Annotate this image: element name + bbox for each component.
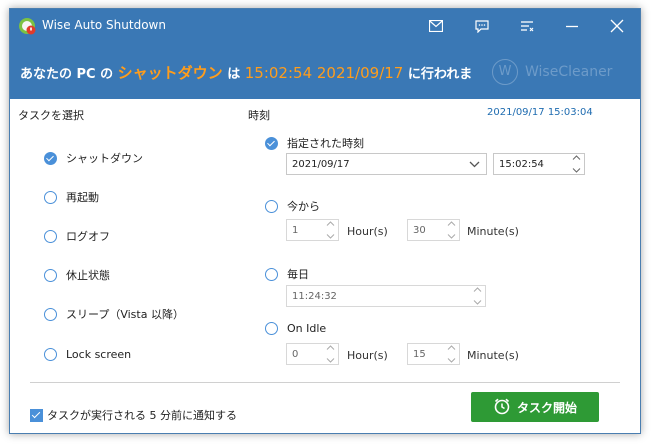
banner-time: 15:02:54 2021/09/17 [244, 64, 404, 82]
radio-icon[interactable] [44, 347, 57, 361]
radio-icon[interactable] [44, 190, 57, 204]
spin-up-icon[interactable] [326, 345, 335, 350]
date-value: 2021/09/17 [292, 158, 350, 170]
spin-up-icon[interactable] [326, 221, 335, 226]
spin-down-icon[interactable] [326, 234, 335, 239]
radio-icon[interactable] [265, 321, 278, 335]
time-option-label: On Idle [287, 321, 327, 335]
radio-icon[interactable] [265, 199, 278, 213]
radio-icon[interactable] [44, 307, 57, 321]
time-option-specified[interactable]: 指定された時刻 [265, 134, 364, 152]
start-task-label: タスク開始 [516, 400, 577, 415]
spin-buttons[interactable] [445, 221, 457, 239]
main-panel: タスクを選択 時刻 2021/09/17 15:03:04 シャットダウン 再起… [10, 99, 640, 433]
hours-value: 1 [292, 224, 299, 236]
spin-up-icon[interactable] [447, 345, 456, 350]
spin-up-icon[interactable] [473, 287, 482, 292]
schedule-banner: あなたの PC の シャットダウン は 15:02:54 2021/09/17 … [10, 43, 640, 99]
banner-wa: は [227, 67, 241, 82]
time-section-title: 時刻 [248, 109, 270, 122]
minutes-value: 30 [413, 224, 426, 236]
task-option-label: 再起動 [66, 191, 99, 204]
daily-time-value: 11:24:32 [292, 290, 337, 302]
time-option-on-idle[interactable]: On Idle [265, 319, 326, 337]
task-option-lock-screen[interactable]: Lock screen [44, 345, 131, 363]
footer-divider [30, 382, 620, 383]
task-option-sleep[interactable]: スリープ（Vista 以降） [44, 305, 184, 323]
chevron-down-icon[interactable] [469, 160, 480, 171]
start-task-button[interactable]: タスク開始 [471, 392, 599, 422]
mail-icon[interactable] [423, 14, 449, 38]
minute-unit-label: Minute(s) [467, 225, 519, 238]
radio-icon[interactable] [44, 268, 57, 282]
app-window: Wise Auto Shutdown あなたの PC の シャットダウン は 1… [9, 8, 641, 434]
minimize-icon[interactable] [559, 14, 585, 38]
idle-minutes-stepper[interactable]: 15 [407, 343, 460, 365]
banner-suffix: に行われま [407, 67, 473, 82]
task-option-label: シャットダウン [66, 152, 143, 165]
date-picker[interactable]: 2021/09/17 [286, 153, 487, 175]
app-logo-icon [18, 17, 36, 35]
spin-up-icon[interactable] [447, 221, 456, 226]
task-option-label: Lock screen [66, 347, 132, 361]
time-option-from-now[interactable]: 今から [265, 197, 320, 215]
checkbox-checked-icon[interactable] [30, 408, 43, 422]
radio-icon[interactable] [44, 229, 57, 243]
spin-buttons[interactable] [324, 221, 336, 239]
task-option-label: ログオフ [66, 230, 110, 243]
spin-down-icon[interactable] [473, 300, 482, 305]
time-option-daily[interactable]: 毎日 [265, 265, 309, 283]
hour-unit-label: Hour(s) [347, 225, 388, 238]
wisecleaner-logo-icon: W [492, 59, 518, 85]
spin-buttons[interactable] [324, 345, 336, 363]
task-section-title: タスクを選択 [18, 109, 84, 122]
minute-unit-label: Minute(s) [467, 349, 519, 362]
task-option-label: スリープ（Vista 以降） [66, 308, 184, 321]
radio-checked-icon[interactable] [44, 151, 57, 165]
hour-unit-label: Hour(s) [347, 349, 388, 362]
banner-action: シャットダウン [117, 64, 223, 82]
hours-value: 0 [292, 348, 299, 360]
spin-down-icon[interactable] [447, 358, 456, 363]
spin-down-icon[interactable] [326, 358, 335, 363]
task-option-shutdown[interactable]: シャットダウン [44, 149, 143, 167]
task-option-restart[interactable]: 再起動 [44, 188, 99, 206]
title-bar: Wise Auto Shutdown [10, 9, 640, 43]
spin-buttons[interactable] [471, 287, 483, 305]
radio-icon[interactable] [265, 267, 278, 281]
spin-up-icon[interactable] [572, 155, 581, 160]
time-option-label: 今から [287, 200, 320, 213]
from-now-minutes-stepper[interactable]: 30 [407, 219, 460, 241]
radio-checked-icon[interactable] [265, 136, 278, 150]
idle-hours-stepper[interactable]: 0 [286, 343, 339, 365]
current-time: 2021/09/17 15:03:04 [487, 107, 593, 118]
window-title: Wise Auto Shutdown [42, 18, 166, 32]
spin-down-icon[interactable] [572, 168, 581, 173]
time-option-label: 指定された時刻 [287, 137, 364, 150]
feedback-icon[interactable] [469, 14, 495, 38]
menu-icon[interactable] [514, 14, 540, 38]
task-option-label: 休止状態 [66, 269, 110, 282]
minutes-value: 15 [413, 348, 426, 360]
close-icon[interactable] [604, 14, 630, 38]
time-option-label: 毎日 [287, 268, 309, 281]
notify-checkbox[interactable]: タスクが実行される 5 分前に通知する [30, 407, 237, 423]
wisecleaner-brand[interactable]: WiseCleaner [525, 64, 612, 80]
spin-buttons[interactable] [570, 155, 582, 173]
from-now-hours-stepper[interactable]: 1 [286, 219, 339, 241]
notify-label: タスクが実行される 5 分前に通知する [47, 409, 237, 422]
time-value: 15:02:54 [499, 158, 544, 170]
banner-prefix: あなたの PC の [20, 67, 114, 82]
task-option-hibernate[interactable]: 休止状態 [44, 266, 110, 284]
spin-down-icon[interactable] [447, 234, 456, 239]
spin-buttons[interactable] [445, 345, 457, 363]
daily-time-stepper[interactable]: 11:24:32 [286, 285, 486, 307]
schedule-message: あなたの PC の シャットダウン は 15:02:54 2021/09/17 … [20, 62, 472, 83]
alarm-clock-icon [493, 397, 511, 418]
task-option-logoff[interactable]: ログオフ [44, 227, 110, 245]
time-stepper[interactable]: 15:02:54 [493, 153, 585, 175]
